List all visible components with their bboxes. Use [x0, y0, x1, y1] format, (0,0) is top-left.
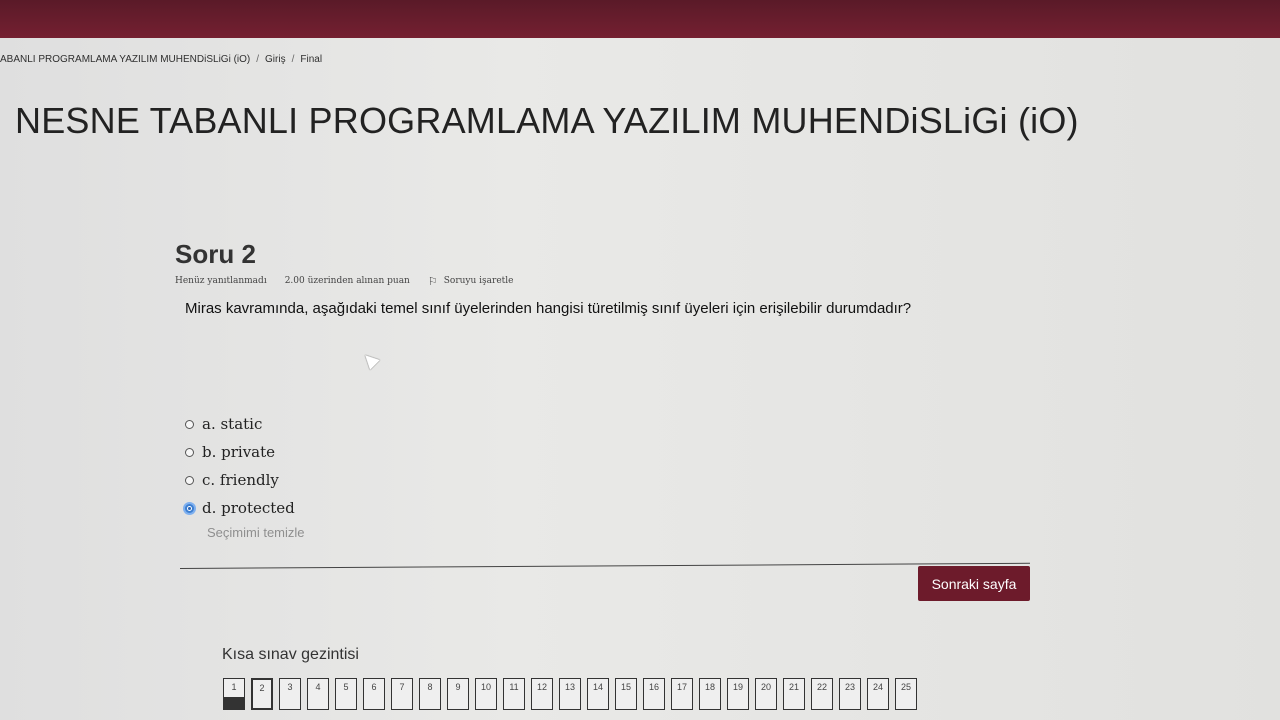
- quiz-nav-item[interactable]: 3: [279, 678, 301, 710]
- quiz-nav-item[interactable]: 1: [223, 678, 245, 710]
- quiz-nav-item[interactable]: 19: [727, 678, 749, 710]
- answer-option-d[interactable]: d. protected: [185, 494, 295, 522]
- radio-button-d[interactable]: [185, 503, 194, 513]
- quiz-nav-item[interactable]: 2: [251, 678, 273, 710]
- quiz-nav-item[interactable]: 10: [475, 678, 497, 710]
- flag-question-button[interactable]: ⚐ Soruyu işaretle: [427, 274, 514, 288]
- answer-label-a: a. static: [202, 415, 263, 433]
- quiz-nav-item[interactable]: 13: [559, 678, 581, 710]
- quiz-nav-item[interactable]: 14: [587, 678, 609, 710]
- quiz-nav-item[interactable]: 22: [811, 678, 833, 710]
- quiz-nav-item[interactable]: 7: [391, 678, 413, 710]
- answer-label-b: b. private: [202, 443, 276, 461]
- quiz-nav-item[interactable]: 8: [419, 678, 441, 710]
- question-divider: [180, 562, 1030, 569]
- quiz-navigation-grid: 1 2 3 4 5 6 7 8 9 10 11 12 13 14 15 16 1…: [223, 678, 917, 710]
- quiz-nav-item[interactable]: 5: [335, 678, 357, 710]
- answer-options: a. static b. private c. friendly d. prot…: [185, 410, 295, 522]
- quiz-nav-item[interactable]: 9: [447, 678, 469, 710]
- question-title: Soru 2: [175, 239, 256, 269]
- radio-button-b[interactable]: [185, 447, 194, 457]
- radio-button-a[interactable]: [185, 419, 194, 429]
- breadcrumb-final-link[interactable]: Final: [300, 54, 322, 65]
- question-score: 2.00 üzerinden alınan puan: [284, 276, 410, 286]
- clear-selection-link[interactable]: Seçimimi temizle: [207, 525, 305, 540]
- quiz-nav-item[interactable]: 25: [895, 678, 917, 710]
- answer-label-c: c. friendly: [202, 471, 279, 489]
- next-page-button[interactable]: Sonraki sayfa: [918, 566, 1030, 601]
- quiz-nav-item[interactable]: 21: [783, 678, 805, 710]
- answer-option-c[interactable]: c. friendly: [185, 466, 295, 494]
- quiz-nav-item[interactable]: 20: [755, 678, 777, 710]
- quiz-nav-item[interactable]: 17: [671, 678, 693, 710]
- quiz-nav-item[interactable]: 16: [643, 678, 665, 710]
- question-container: Soru 2 Henüz yanıtlanmadı 2.00 üzerinden…: [175, 238, 1030, 569]
- quiz-nav-item[interactable]: 12: [531, 678, 553, 710]
- quiz-nav-item[interactable]: 15: [615, 678, 637, 710]
- flag-icon: ⚐: [427, 274, 438, 288]
- question-meta: Henüz yanıtlanmadı 2.00 üzerinden alınan…: [175, 274, 1030, 288]
- flag-question-label: Soruyu işaretle: [443, 276, 514, 286]
- breadcrumb-course-link[interactable]: ABANLI PROGRAMLAMA YAZILIM MUHENDiSLiGi …: [0, 54, 250, 65]
- answer-label-d: d. protected: [202, 499, 295, 517]
- breadcrumb: ABANLI PROGRAMLAMA YAZILIM MUHENDiSLiGi …: [0, 54, 322, 65]
- quiz-nav-item[interactable]: 4: [307, 678, 329, 710]
- quiz-nav-item[interactable]: 6: [363, 678, 385, 710]
- page-content: ABANLI PROGRAMLAMA YAZILIM MUHENDiSLiGi …: [0, 38, 1280, 720]
- quiz-nav-item[interactable]: 23: [839, 678, 861, 710]
- quiz-navigation-title: Kısa sınav gezintisi: [222, 646, 359, 663]
- question-text: Miras kavramında, aşağıdaki temel sınıf …: [185, 300, 912, 317]
- answer-option-b[interactable]: b. private: [185, 438, 295, 466]
- breadcrumb-separator: /: [291, 54, 295, 65]
- quiz-nav-item[interactable]: 24: [867, 678, 889, 710]
- quiz-nav-item[interactable]: 11: [503, 678, 525, 710]
- answer-option-a[interactable]: a. static: [185, 410, 295, 438]
- mouse-pointer-icon: [360, 350, 380, 370]
- quiz-nav-item[interactable]: 18: [699, 678, 721, 710]
- breadcrumb-home-link[interactable]: Giriş: [265, 54, 286, 65]
- question-status: Henüz yanıtlanmadı: [175, 276, 267, 286]
- radio-button-c[interactable]: [185, 475, 194, 485]
- breadcrumb-separator: /: [256, 54, 260, 65]
- page-title: NESNE TABANLI PROGRAMLAMA YAZILIM MUHEND…: [15, 100, 1079, 141]
